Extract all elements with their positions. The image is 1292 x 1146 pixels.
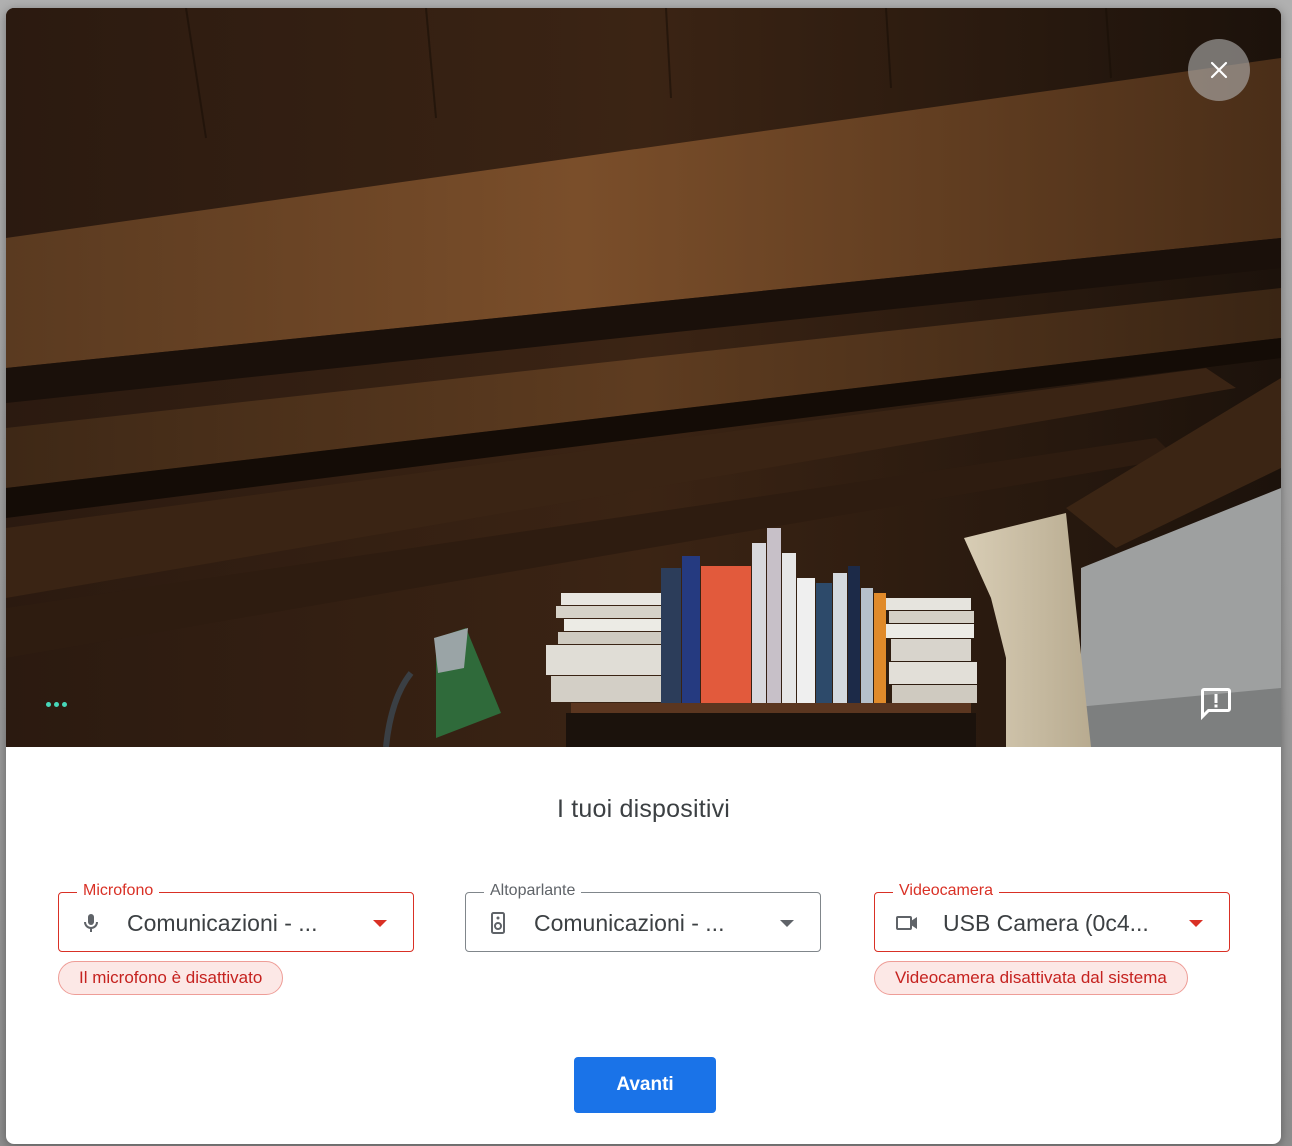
microphone-label: Microfono (77, 881, 160, 901)
camera-label: Videocamera (893, 881, 999, 901)
microphone-error-chip: Il microfono è disattivato (58, 961, 284, 995)
speaker-label: Altoparlante (484, 881, 582, 901)
camera-error-chip: Videocamera disattivata dal sistema (874, 961, 1188, 995)
close-button[interactable] (1188, 39, 1250, 101)
speaker-value: Comunicazioni - ... (534, 910, 725, 936)
microphone-icon (84, 914, 98, 932)
feedback-icon (1201, 688, 1231, 721)
camera-preview (6, 8, 1281, 747)
microphone-select[interactable]: Microfono Comunicazioni - ... (58, 881, 414, 952)
dialog-title: I tuoi dispositivi (556, 795, 731, 823)
camera-select[interactable]: Videocamera USB Camera (0c4... (874, 881, 1230, 952)
camera-value: USB Camera (0c4... (943, 910, 1149, 936)
device-settings-dialog: I tuoi dispositivi Microfono Comunicazio… (6, 8, 1281, 1144)
microphone-dropdown-icon (373, 920, 387, 927)
videocam-icon (896, 916, 917, 930)
speaker-select[interactable]: Altoparlante Comunicazioni - ... (465, 881, 821, 952)
feedback-button[interactable] (1186, 673, 1246, 733)
three-dots-icon (46, 698, 72, 710)
camera-dropdown-icon (1189, 920, 1203, 927)
close-icon (1210, 61, 1228, 79)
speaker-icon (491, 912, 505, 934)
microphone-value: Comunicazioni - ... (127, 910, 318, 936)
speaker-dropdown-icon (780, 920, 794, 927)
next-button[interactable]: Avanti (574, 1057, 716, 1113)
camera-preview-image (6, 8, 1281, 747)
